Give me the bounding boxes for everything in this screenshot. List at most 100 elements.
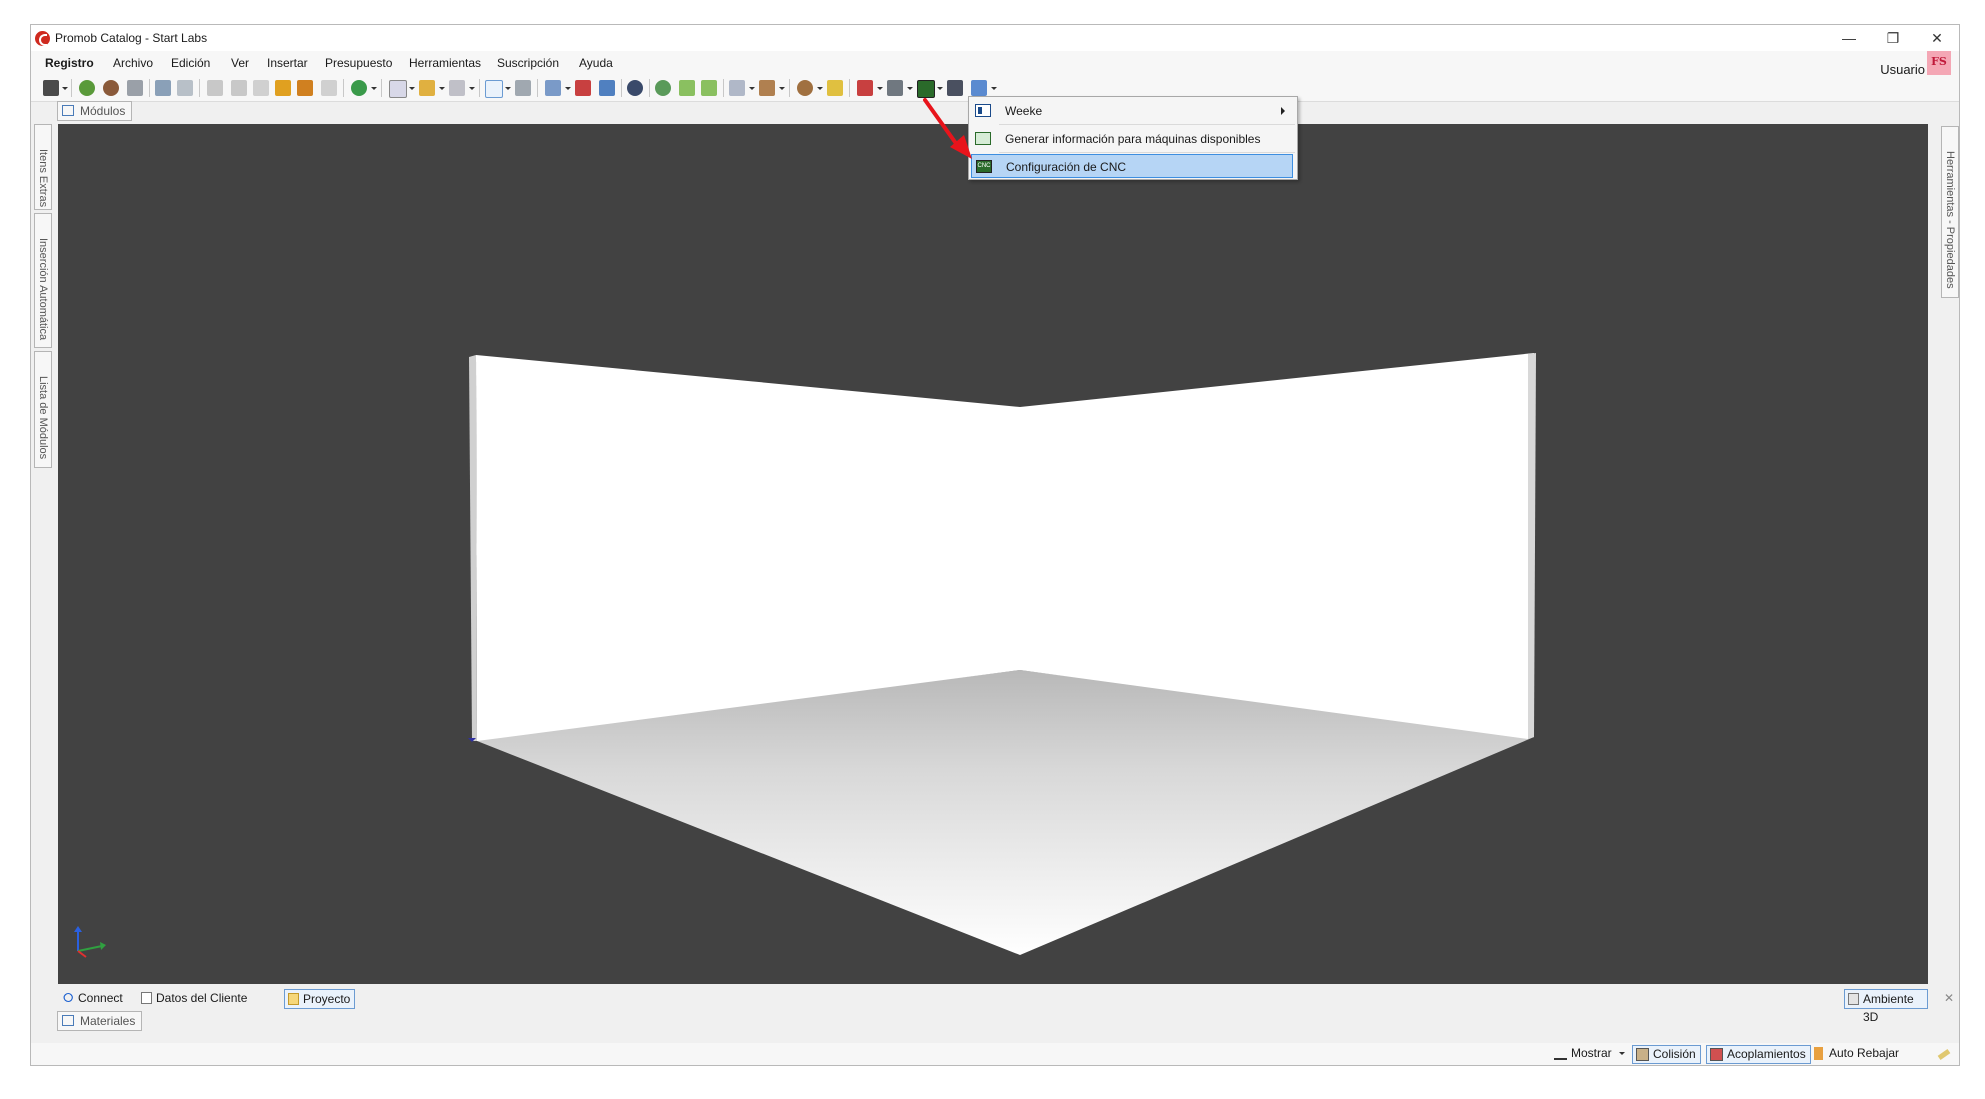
materiales-panel-tab[interactable]: Materiales — [57, 1011, 143, 1031]
delete-icon[interactable] — [321, 80, 337, 96]
walk-icon[interactable] — [655, 80, 671, 96]
settings-dropdown-icon[interactable] — [971, 80, 987, 96]
report-icon[interactable] — [887, 80, 903, 96]
redo-icon[interactable] — [177, 80, 193, 96]
acoplamientos-label: Acoplamientos — [1727, 1047, 1806, 1061]
menu-herramientas[interactable]: Herramientas — [409, 56, 481, 70]
left-wall-edge — [469, 355, 477, 741]
measure-icon[interactable] — [515, 80, 531, 96]
menu-registro[interactable]: Registro — [45, 56, 94, 70]
acoplamientos-toggle[interactable]: Acoplamientos — [1706, 1045, 1811, 1064]
document-icon — [141, 992, 152, 1004]
ambient-3d-icon — [1848, 993, 1859, 1005]
print-preview-icon[interactable] — [103, 80, 119, 96]
close-button[interactable]: ✕ — [1915, 27, 1959, 49]
cnc-dropdown-menu: Weeke Generar información para máquinas … — [968, 96, 1298, 180]
panel-icon — [62, 105, 74, 116]
budget-icon[interactable] — [351, 80, 367, 96]
print-icon[interactable] — [127, 80, 143, 96]
arrow-right-icon[interactable] — [701, 80, 717, 96]
menu-edicion[interactable]: Edición — [171, 56, 210, 70]
app-window: Promob Catalog - Start Labs — ❐ ✕ Regist… — [30, 24, 1960, 1066]
tab-connect-label: Connect — [78, 991, 123, 1005]
coupling-icon — [1710, 1048, 1723, 1061]
pencil-tool[interactable] — [1935, 1045, 1951, 1062]
tab-proyecto[interactable]: Proyecto — [284, 989, 356, 1009]
restore-button[interactable]: ❐ — [1871, 27, 1915, 49]
mostrar-button[interactable]: Mostrar — [1551, 1045, 1629, 1062]
menu-item-configuracion-cnc[interactable]: CNC Configuración de CNC — [971, 154, 1293, 178]
window-title: Promob Catalog - Start Labs — [55, 31, 208, 45]
paint-roller-icon[interactable] — [297, 80, 313, 96]
tab-ambiente-label: Ambiente 3D — [1863, 992, 1914, 1024]
tab-datos-label: Datos del Cliente — [156, 991, 248, 1005]
side-tab-insercion-automatica[interactable]: Inserción Automática — [34, 213, 52, 348]
view-2d-icon[interactable] — [575, 80, 591, 96]
layers-icon[interactable] — [545, 80, 561, 96]
tab-connect[interactable]: ⭘ Connect — [60, 989, 127, 1007]
box-icon[interactable] — [759, 80, 775, 96]
axis-gizmo — [74, 926, 106, 958]
side-tab-label: Herramientas - Propiedades — [1944, 151, 1956, 289]
title-bar: Promob Catalog - Start Labs — ❐ ✕ — [31, 25, 1959, 51]
materiales-tab-label: Materiales — [80, 1014, 136, 1028]
eye-icon[interactable] — [627, 80, 643, 96]
copy-icon[interactable] — [231, 80, 247, 96]
view-3d-icon[interactable] — [599, 80, 615, 96]
select-cursor-icon[interactable] — [485, 80, 503, 98]
annotation-arrow — [923, 98, 972, 159]
modulos-tab-label: Módulos — [80, 104, 126, 118]
render-icon[interactable] — [79, 80, 95, 96]
side-tab-itens-extras[interactable]: Itens Extras — [34, 124, 52, 210]
promob-logo-icon — [35, 31, 50, 46]
bottom-tab-bar: ⭘ Connect Datos del Cliente Proyecto Amb… — [58, 987, 1954, 1024]
room-render — [74, 353, 1536, 958]
tools-icon[interactable] — [827, 80, 843, 96]
visibility-icon — [1554, 1050, 1567, 1060]
3d-viewport[interactable] — [58, 124, 1928, 984]
machining-icon[interactable] — [857, 80, 873, 96]
menu-item-generar-informacion[interactable]: Generar información para máquinas dispon… — [971, 127, 1293, 151]
paste-icon[interactable] — [253, 80, 269, 96]
panel-icon — [62, 1015, 74, 1026]
menu-presupuesto[interactable]: Presupuesto — [325, 56, 392, 70]
side-tab-herramientas-propiedades[interactable]: Herramientas - Propiedades — [1941, 126, 1959, 298]
user-badge[interactable]: FS — [1927, 51, 1951, 75]
rss-icon: ⭘ — [63, 990, 74, 1005]
submenu-arrow-icon — [1281, 107, 1285, 115]
magic-wand-icon[interactable] — [275, 80, 291, 96]
colision-toggle[interactable]: Colisión — [1632, 1045, 1701, 1064]
side-tab-lista-de-modulos[interactable]: Lista de Módulos — [34, 351, 52, 468]
undo-icon[interactable] — [155, 80, 171, 96]
menu-ver[interactable]: Ver — [231, 56, 249, 70]
save-dropdown-arrow[interactable] — [62, 87, 68, 90]
auto-rebajar-toggle[interactable]: Auto Rebajar — [1809, 1045, 1903, 1062]
tab-proyecto-label: Proyecto — [303, 992, 351, 1006]
menu-archivo[interactable]: Archivo — [113, 56, 153, 70]
menu-item-weeke[interactable]: Weeke — [971, 99, 1293, 123]
tab-datos-del-cliente[interactable]: Datos del Cliente — [138, 989, 251, 1007]
menu-insertar[interactable]: Insertar — [267, 56, 308, 70]
side-tab-label: Inserción Automática — [37, 238, 49, 341]
layout-icon[interactable] — [389, 80, 407, 98]
tab-ambiente-3d[interactable]: Ambiente 3D — [1844, 989, 1928, 1024]
mostrar-label: Mostrar — [1571, 1046, 1612, 1060]
side-tab-label: Lista de Módulos — [37, 376, 49, 460]
right-wall-edge — [1528, 353, 1536, 739]
menu-bar: Registro Archivo Edición Ver Insertar Pr… — [31, 51, 1959, 75]
arrow-left-icon[interactable] — [679, 80, 695, 96]
modulos-panel-tab[interactable]: Módulos — [57, 101, 133, 121]
menu-item-generar-label: Generar información para máquinas dispon… — [1005, 132, 1261, 146]
camera-view-icon[interactable] — [729, 80, 745, 96]
menu-suscripcion[interactable]: Suscripción — [497, 56, 559, 70]
lamp-icon[interactable] — [797, 80, 813, 96]
export-icon[interactable] — [947, 80, 963, 96]
modules-icon[interactable] — [419, 80, 435, 96]
save-icon[interactable] — [43, 80, 59, 96]
shape-icon[interactable] — [449, 80, 465, 96]
cut-icon[interactable] — [207, 80, 223, 96]
menu-ayuda[interactable]: Ayuda — [579, 56, 613, 70]
minimize-button[interactable]: — — [1827, 27, 1871, 49]
close-ambient-tab-icon[interactable]: ✕ — [1944, 991, 1954, 1005]
auto-rebajar-label: Auto Rebajar — [1829, 1046, 1900, 1060]
